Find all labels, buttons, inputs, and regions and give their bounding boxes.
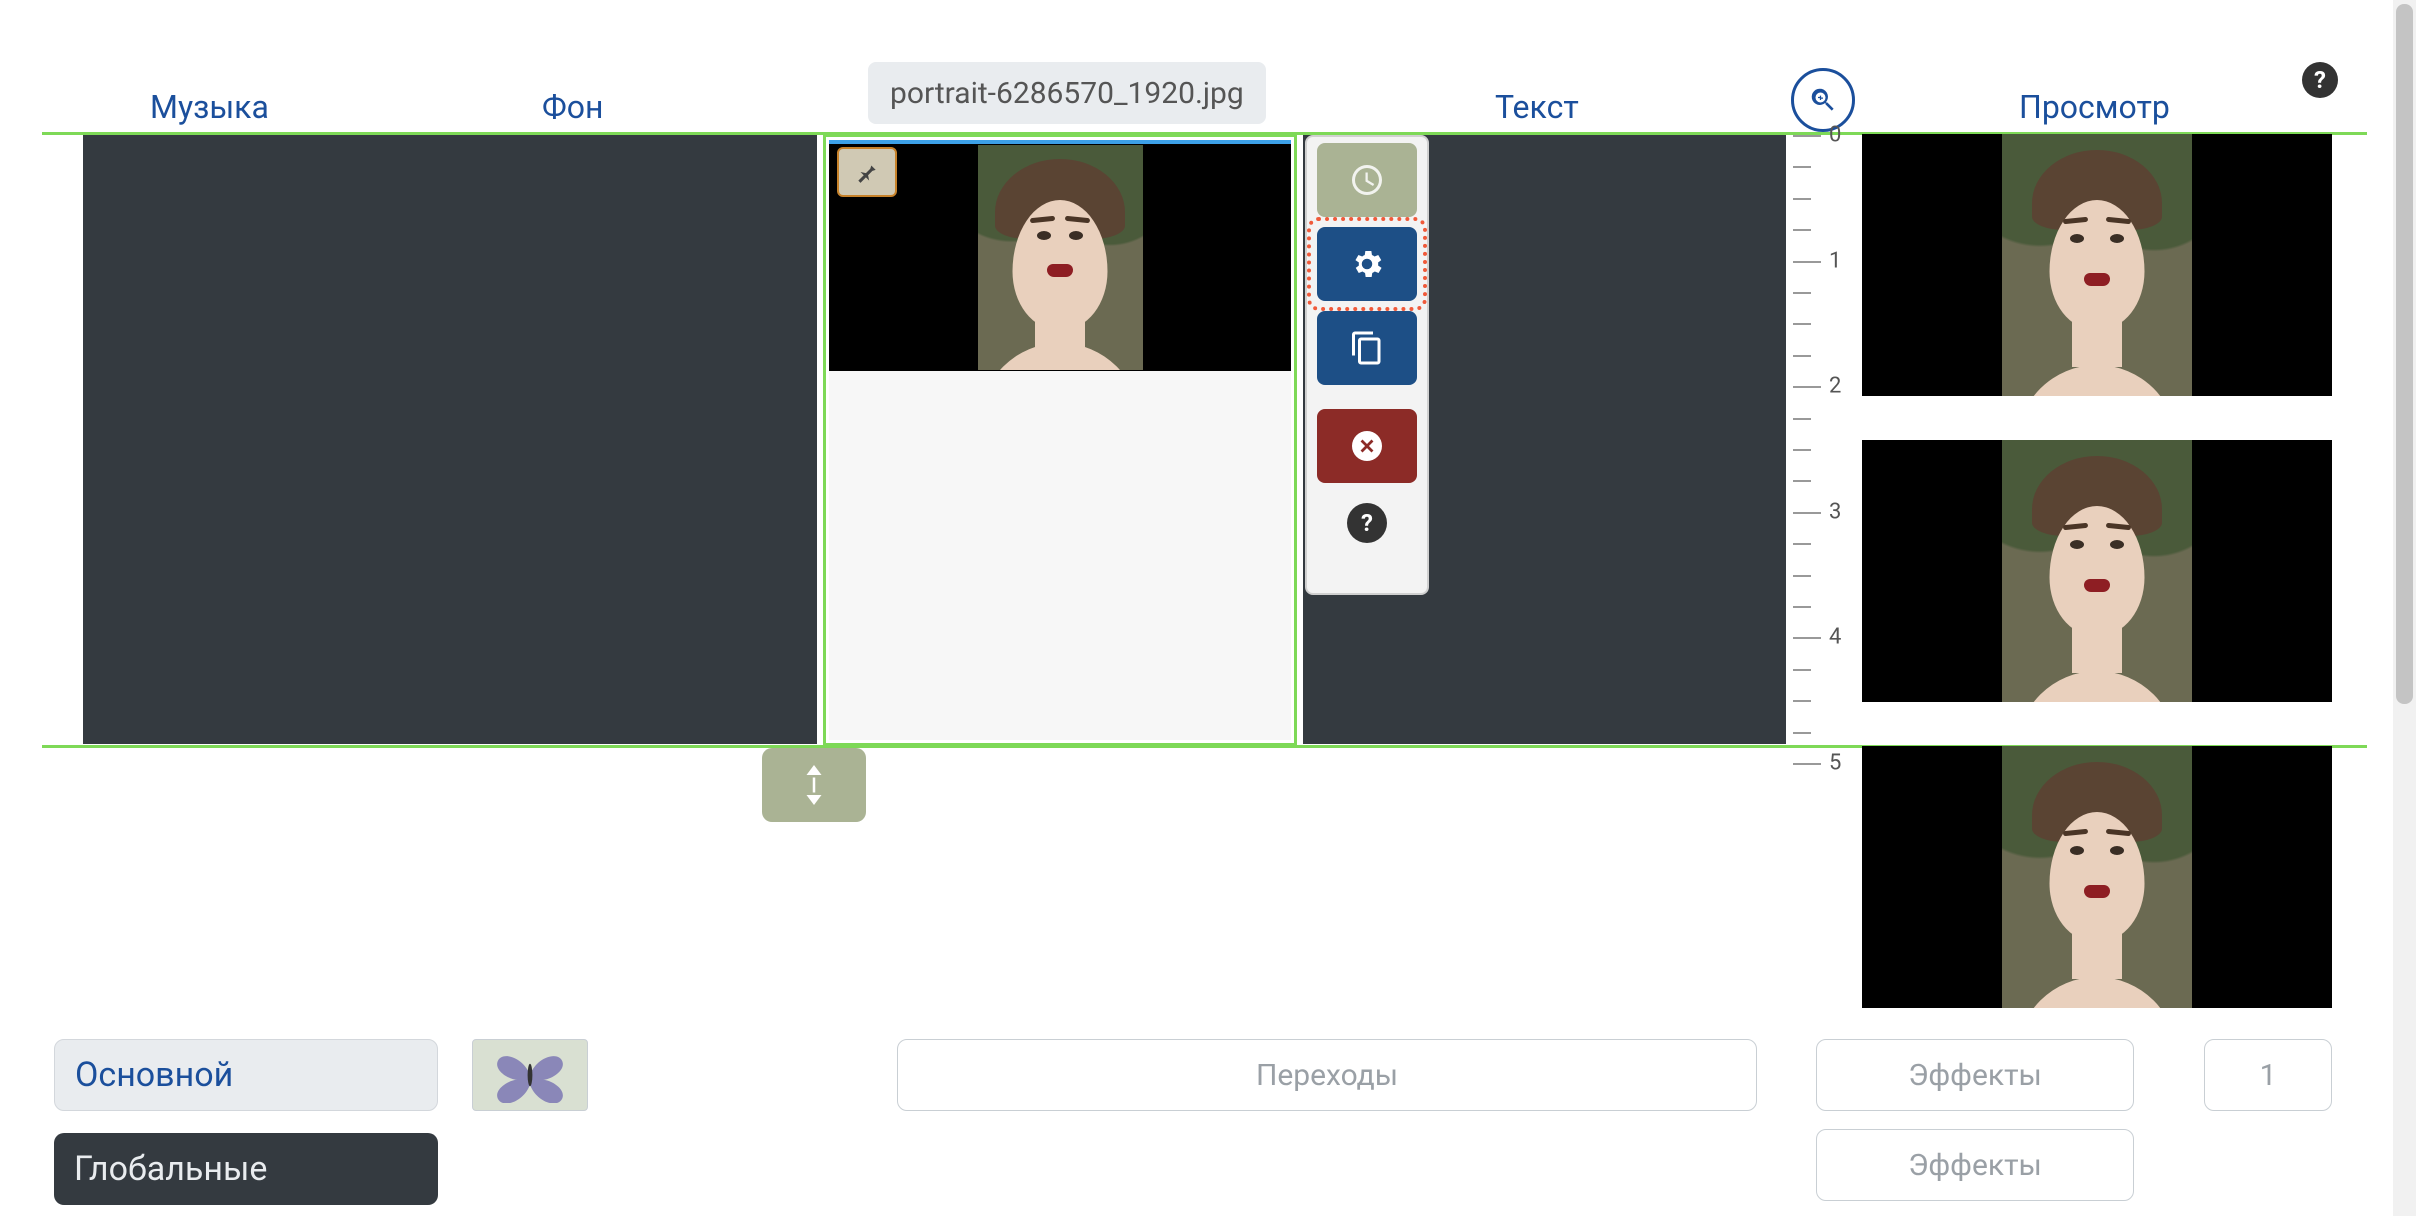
ruler-tick-minor [1793,166,1811,168]
resize-vertical-icon [799,765,829,805]
transitions-button[interactable]: Переходы [897,1039,1757,1111]
help-glyph: ? [1361,509,1373,537]
ruler-label: 2 [1829,374,1841,399]
clock-icon [1349,162,1385,198]
slide-thumbnail [829,140,1291,371]
ruler-tick-minor [1793,480,1811,482]
ruler-tick-minor [1793,543,1811,545]
tab-main[interactable]: Основной [54,1039,438,1111]
ruler-tick-minor [1793,418,1811,420]
ruler-tick-minor [1793,732,1811,734]
slide-filename-tooltip: portrait-6286570_1920.jpg [868,62,1266,124]
effects-count-badge[interactable]: 1 [2204,1039,2332,1111]
zoom-in-icon [1808,85,1838,115]
pin-icon [854,159,880,185]
copy-icon [1349,330,1385,366]
ruler-label: 5 [1829,751,1841,776]
preview-frame-3[interactable] [1862,746,2332,1008]
ruler-tick-minor [1793,198,1811,200]
effects-button-2[interactable]: Эффекты [1816,1129,2134,1201]
gear-icon [1349,246,1385,282]
ruler-tick-minor [1793,229,1811,231]
ruler-tick-major [1793,512,1821,514]
slide-copy-button[interactable] [1317,311,1417,385]
delete-icon [1349,428,1385,464]
pin-button[interactable] [837,147,897,197]
ruler-label: 0 [1829,123,1841,148]
slide-delete-button[interactable] [1317,409,1417,483]
zoom-in-button[interactable] [1791,68,1855,132]
tab-global[interactable]: Глобальные [54,1133,438,1205]
slide-resize-handle[interactable] [762,748,866,822]
ruler-tick-minor [1793,323,1811,325]
scrollbar-thumb[interactable] [2396,4,2413,704]
ruler-tick-minor [1793,449,1811,451]
ruler-tick-minor [1793,575,1811,577]
time-ruler: 012345 [1793,135,1853,775]
preview-frame-1[interactable] [1862,134,2332,396]
portrait-image [2002,440,2192,702]
ruler-tick-major [1793,763,1821,765]
slide-duration-button[interactable] [1317,143,1417,217]
vertical-scrollbar[interactable] [2393,0,2416,1216]
preview-frame-2[interactable] [1862,440,2332,702]
ruler-tick-major [1793,135,1821,137]
portrait-image [2002,134,2192,396]
column-header-music[interactable]: Музыка [150,88,269,126]
slide-tile-selected[interactable] [823,134,1297,746]
portrait-image [2002,746,2192,1008]
background-panel-left[interactable] [83,135,817,744]
butterfly-icon [490,1047,570,1103]
ruler-tick-major [1793,261,1821,263]
ruler-tick-minor [1793,700,1811,702]
slide-action-strip: ? [1305,135,1429,595]
effects-button-1[interactable]: Эффекты [1816,1039,2134,1111]
portrait-image [978,145,1143,370]
main-scroll[interactable]: Музыка Фон Текст Просмотр ? portrait-628… [0,0,2393,1216]
ruler-tick-minor [1793,669,1811,671]
effect-thumbnail-butterfly[interactable] [472,1039,588,1111]
ruler-tick-major [1793,386,1821,388]
ruler-label: 1 [1829,248,1841,273]
ruler-label: 3 [1829,499,1841,524]
ruler-tick-minor [1793,355,1811,357]
ruler-tick-minor [1793,292,1811,294]
ruler-label: 4 [1829,625,1841,650]
ruler-tick-minor [1793,606,1811,608]
preview-column [1862,134,2332,1052]
slide-settings-button[interactable] [1317,227,1417,301]
help-icon[interactable]: ? [2302,62,2338,98]
column-header-background[interactable]: Фон [542,88,603,126]
ruler-tick-major [1793,637,1821,639]
column-header-text[interactable]: Текст [1495,88,1579,126]
slide-lower-blank [829,371,1291,740]
slide-help-button[interactable]: ? [1347,503,1387,543]
column-header-preview[interactable]: Просмотр [2019,88,2170,126]
